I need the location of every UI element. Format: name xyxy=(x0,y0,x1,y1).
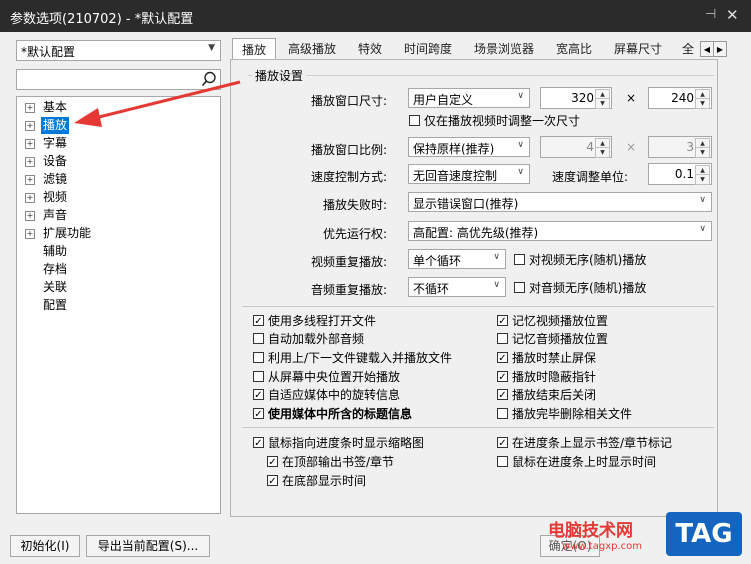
watermark-url: www.tagxp.com xyxy=(562,541,642,552)
tag-logo: TAG xyxy=(666,512,742,556)
watermark: 电脑技术网 www.tagxp.com TAG xyxy=(548,510,748,564)
annotation-arrow-icon xyxy=(74,80,241,127)
watermark-text: 电脑技术网 xyxy=(548,521,633,541)
